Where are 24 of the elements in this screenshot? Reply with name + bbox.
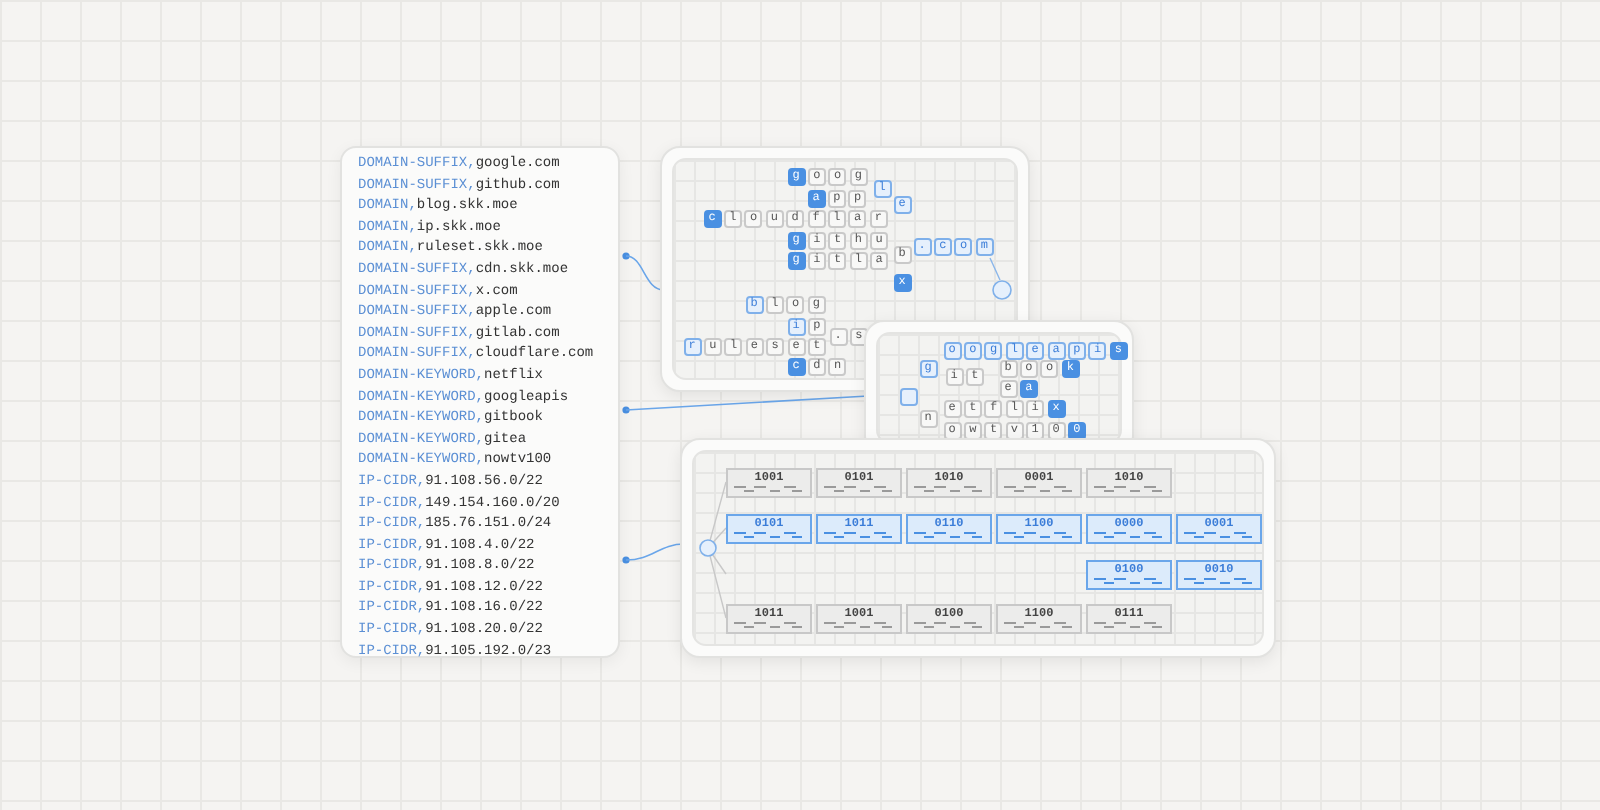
node-circle xyxy=(992,280,1012,300)
dash-icon xyxy=(1002,620,1076,630)
root-node xyxy=(899,387,917,405)
dash-icon xyxy=(912,530,986,540)
dash-icon xyxy=(1092,576,1166,586)
dash-icon xyxy=(822,484,896,494)
connector-line xyxy=(622,543,685,564)
dash-icon xyxy=(1092,484,1166,494)
dash-icon xyxy=(1092,530,1166,540)
dash-icon xyxy=(1092,620,1166,630)
dash-icon xyxy=(912,484,986,494)
dash-icon xyxy=(1182,576,1256,586)
dash-icon xyxy=(822,530,896,540)
dash-icon xyxy=(732,620,806,630)
dash-icon xyxy=(1002,530,1076,540)
dash-icon xyxy=(732,484,806,494)
edge-drawing xyxy=(989,257,1001,281)
dash-icon xyxy=(1002,484,1076,494)
connector-line xyxy=(622,252,665,291)
dash-icon xyxy=(732,530,806,540)
dash-icon xyxy=(912,620,986,630)
dash-icon xyxy=(1182,530,1256,540)
dash-icon xyxy=(822,620,896,630)
node-circle xyxy=(699,539,717,557)
